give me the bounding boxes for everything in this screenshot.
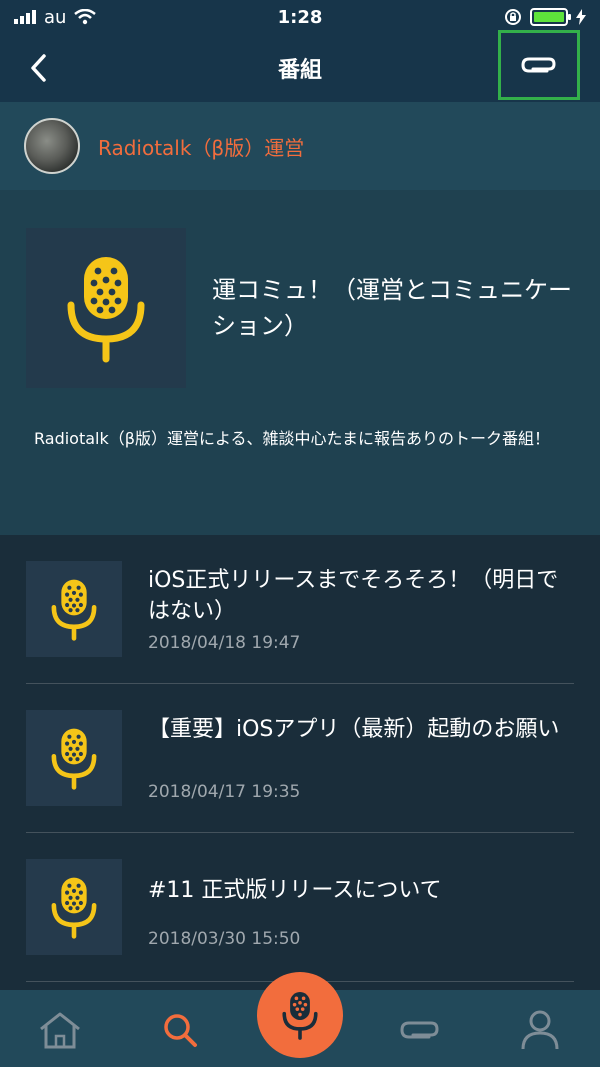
episode-title: 【重要】iOSアプリ（最新）起動のお願い bbox=[148, 717, 560, 742]
episode-thumbnail bbox=[26, 561, 122, 657]
tab-bar bbox=[0, 972, 600, 1067]
paperclip-icon bbox=[521, 57, 556, 73]
microphone-icon bbox=[51, 728, 97, 790]
episode-date: 2018/03/30 15:50 bbox=[148, 929, 301, 949]
episode-title: iOS正式リリースまでそろそろ！（明日ではない） bbox=[148, 568, 559, 624]
tab-home[interactable] bbox=[30, 1002, 90, 1058]
episode-title: #11 正式版リリースについて bbox=[148, 878, 442, 903]
tab-record[interactable] bbox=[257, 972, 343, 1058]
tab-search[interactable] bbox=[150, 1002, 210, 1058]
charging-icon bbox=[576, 9, 586, 25]
wifi-icon bbox=[74, 9, 97, 25]
program-title: 運コミュ！（運営とコミュニケーション） bbox=[212, 276, 572, 340]
clip-icon bbox=[400, 1021, 439, 1039]
battery-icon bbox=[530, 8, 571, 26]
episode-list: iOS正式リリースまでそろそろ！（明日ではない） 2018/04/18 19:4… bbox=[0, 535, 600, 990]
program-artwork bbox=[26, 228, 186, 388]
clip-button[interactable] bbox=[498, 30, 580, 100]
status-bar: au 1:28 bbox=[0, 0, 600, 34]
episode-item[interactable]: iOS正式リリースまでそろそろ！（明日ではない） 2018/04/18 19:4… bbox=[0, 535, 600, 685]
episode-date: 2018/04/18 19:47 bbox=[148, 633, 301, 653]
microphone-icon bbox=[51, 877, 97, 939]
microphone-icon bbox=[67, 257, 145, 363]
page-title: 番組 bbox=[277, 58, 322, 83]
episode-item[interactable]: #11 正式版リリースについて 2018/03/30 15:50 bbox=[0, 833, 600, 983]
home-icon bbox=[40, 1012, 80, 1049]
owner-name: Radiotalk（β版）運営 bbox=[98, 135, 305, 160]
tab-clip[interactable] bbox=[390, 1002, 450, 1058]
episode-date: 2018/04/17 19:35 bbox=[148, 782, 301, 802]
episode-thumbnail bbox=[26, 710, 122, 806]
chevron-left-icon bbox=[31, 54, 46, 82]
rotation-lock-icon bbox=[505, 9, 521, 25]
status-right bbox=[504, 8, 586, 26]
signal-icon bbox=[14, 10, 36, 24]
search-icon bbox=[164, 1014, 197, 1047]
avatar bbox=[24, 118, 80, 174]
owner-row[interactable]: Radiotalk（β版）運営 bbox=[0, 102, 600, 190]
program-header: 運コミュ！（運営とコミュニケーション） Radiotalk（β版）運営による、雑… bbox=[0, 190, 600, 535]
back-button[interactable] bbox=[20, 48, 56, 88]
tab-profile[interactable] bbox=[510, 1002, 570, 1058]
microphone-icon bbox=[51, 579, 97, 641]
nav-bar: 番組 bbox=[0, 30, 600, 102]
carrier-label: au bbox=[44, 6, 67, 28]
program-description: Radiotalk（β版）運営による、雑談中心たまに報告ありのトーク番組！ bbox=[34, 429, 551, 448]
episode-thumbnail bbox=[26, 859, 122, 955]
episode-item[interactable]: 【重要】iOSアプリ（最新）起動のお願い 2018/04/17 19:35 bbox=[0, 684, 600, 834]
status-left: au bbox=[14, 6, 97, 28]
profile-icon bbox=[521, 1010, 559, 1050]
microphone-icon bbox=[282, 992, 318, 1040]
